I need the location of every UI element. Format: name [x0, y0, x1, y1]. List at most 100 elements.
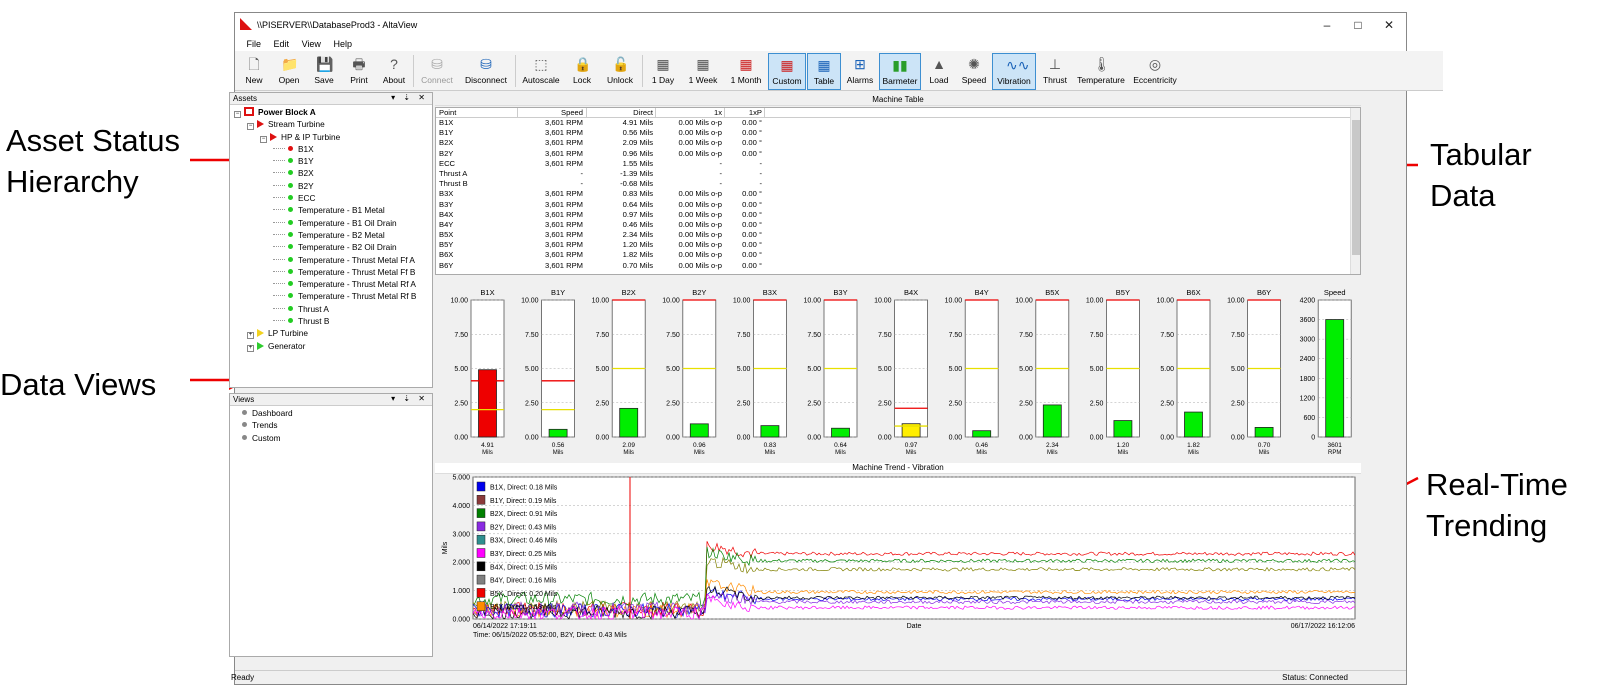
table-row[interactable]: B1X 3,601 RPM 4.91 Mils 0.00 Mils o-p 0.00 ° — [436, 118, 1360, 128]
table-cell: 0.00 ° — [742, 128, 762, 138]
toolbar-speed-button[interactable]: ✺ Speed — [957, 53, 991, 90]
table-column-header[interactable]: Point — [439, 108, 456, 117]
table-row[interactable]: ECC 3,601 RPM 1.55 Mils - - — [436, 159, 1360, 169]
table-cell: B6X — [439, 250, 454, 260]
toolbar-print-button[interactable]: 🖶 Print — [342, 53, 376, 90]
table-row[interactable]: B3Y 3,601 RPM 0.64 Mils 0.00 Mils o-p 0.00 ° — [436, 200, 1360, 210]
toolbar-new-button[interactable]: 🗋 New — [237, 53, 271, 90]
view-item-trends[interactable]: Trends — [230, 419, 432, 431]
asset-node-ecc[interactable]: ECC — [230, 192, 432, 204]
table-row[interactable]: B5X 3,601 RPM 2.34 Mils 0.00 Mils o-p 0.00 ° — [436, 230, 1360, 240]
view-bullet-icon — [242, 410, 247, 415]
view-item-dashboard[interactable]: Dashboard — [230, 407, 432, 419]
table-row[interactable]: B4Y 3,601 RPM 0.46 Mils 0.00 Mils o-p 0.00 ° — [436, 220, 1360, 230]
table-row[interactable]: Thrust B - -0.68 Mils - - — [436, 179, 1360, 189]
minimize-button[interactable]: – — [1312, 16, 1342, 34]
toolbar-1-week-button[interactable]: ▦ 1 Week — [682, 53, 724, 90]
table-cell: 0.00 ° — [742, 230, 762, 240]
asset-node-temperature-thrust-metal-rf-a[interactable]: Temperature - Thrust Metal Rf A — [230, 278, 432, 290]
views-panel-buttons[interactable]: ▾ ⇣ ✕ — [391, 394, 428, 403]
collapse-icon[interactable]: − — [247, 123, 254, 131]
assets-panel-buttons[interactable]: ▾ ⇣ ✕ — [391, 93, 428, 102]
table-row[interactable]: B2Y 3,601 RPM 0.96 Mils 0.00 Mils o-p 0.00 ° — [436, 149, 1360, 159]
toolbar-barmeter-button[interactable]: ▮▮ Barmeter — [879, 53, 921, 90]
toolbar-save-button[interactable]: 💾 Save — [307, 53, 341, 90]
lock-icon: 🔒 — [574, 56, 592, 72]
asset-node-generator[interactable]: + Generator — [230, 340, 432, 352]
toolbar-unlock-button[interactable]: 🔓 Unlock — [600, 53, 640, 90]
asset-node-temperature-b1-oil-drain[interactable]: Temperature - B1 Oil Drain — [230, 217, 432, 229]
maximize-button[interactable]: □ — [1343, 16, 1373, 34]
toolbar-vibration-button[interactable]: ∿∿ Vibration — [992, 53, 1036, 90]
menu-view[interactable]: View — [297, 37, 326, 49]
toolbar-table-button[interactable]: ▦ Table — [807, 53, 841, 90]
barmeter-bar — [619, 407, 639, 438]
toolbar-temperature-button[interactable]: 🌡 Temperature — [1074, 53, 1128, 90]
barmeter-tick-label: 0.00 — [1231, 435, 1245, 442]
asset-node-b2x[interactable]: B2X — [230, 167, 432, 179]
toolbar-open-button[interactable]: 📁 Open — [272, 53, 306, 90]
barmeter-bar — [478, 369, 497, 438]
table-column-header[interactable]: Direct — [633, 108, 653, 117]
toolbar-lock-button[interactable]: 🔒 Lock — [565, 53, 599, 90]
asset-node-temperature-thrust-metal-rf-b[interactable]: Temperature - Thrust Metal Rf B — [230, 290, 432, 302]
toolbar-about-button[interactable]: ? About — [377, 53, 411, 90]
toolbar-1-month-button[interactable]: ▦ 1 Month — [725, 53, 767, 90]
table-row[interactable]: B6X 3,601 RPM 1.82 Mils 0.00 Mils o-p 0.00 ° — [436, 250, 1360, 260]
toolbar-disconnect-button[interactable]: ⛁ Disconnect — [459, 53, 513, 90]
asset-node-b1y[interactable]: B1Y — [230, 155, 432, 167]
table-row[interactable]: B3X 3,601 RPM 0.83 Mils 0.00 Mils o-p 0.00 ° — [436, 189, 1360, 199]
toolbar-load-button[interactable]: ▲ Load — [922, 53, 956, 90]
asset-node-thrust-b[interactable]: Thrust B — [230, 315, 432, 327]
table-row[interactable]: Thrust A - -1.39 Mils - - — [436, 169, 1360, 179]
barmeter-tick-label: 0.00 — [878, 435, 892, 442]
collapse-icon[interactable]: − — [260, 135, 267, 143]
toolbar-label: Vibration — [997, 76, 1031, 86]
barmeter-unit: Mils — [906, 450, 917, 456]
tree-connector — [273, 160, 285, 162]
expand-icon[interactable]: + — [247, 332, 254, 340]
table-row[interactable]: B6Y 3,601 RPM 0.70 Mils 0.00 Mils o-p 0.00 ° — [436, 261, 1360, 271]
asset-node-temperature-thrust-metal-ff-b[interactable]: Temperature - Thrust Metal Ff B — [230, 266, 432, 278]
table-row[interactable]: B2X 3,601 RPM 2.09 Mils 0.00 Mils o-p 0.00 ° — [436, 138, 1360, 148]
menu-edit[interactable]: Edit — [269, 37, 295, 49]
asset-node-b2y[interactable]: B2Y — [230, 180, 432, 192]
menu-file[interactable]: File — [242, 37, 267, 49]
asset-node-b1x[interactable]: B1X — [230, 143, 432, 155]
asset-node-temperature-thrust-metal-ff-a[interactable]: Temperature - Thrust Metal Ff A — [230, 254, 432, 266]
toolbar-alarms-button[interactable]: ⊞ Alarms — [842, 53, 878, 90]
column-divider — [586, 108, 587, 118]
barmeter-bar — [1254, 427, 1274, 438]
table-row[interactable]: B5Y 3,601 RPM 1.20 Mils 0.00 Mils o-p 0.00 ° — [436, 240, 1360, 250]
toolbar-eccentricity-button[interactable]: ◎ Eccentricity — [1129, 53, 1181, 90]
toolbar-autoscale-button[interactable]: ⬚ Autoscale — [518, 53, 564, 90]
asset-node-power-block-a[interactable]: − Power Block A — [230, 106, 432, 118]
table-column-header[interactable]: 1xP — [749, 108, 762, 117]
asset-node-lp-turbine[interactable]: + LP Turbine — [230, 327, 432, 340]
table-row[interactable]: B4X 3,601 RPM 0.97 Mils 0.00 Mils o-p 0.00 ° — [436, 210, 1360, 220]
toolbar-custom-button[interactable]: ▦ Custom — [768, 53, 806, 90]
table-row[interactable]: B1Y 3,601 RPM 0.56 Mils 0.00 Mils o-p 0.00 ° — [436, 128, 1360, 138]
close-button[interactable]: ✕ — [1374, 16, 1404, 34]
menu-help[interactable]: Help — [328, 37, 357, 49]
asset-node-stream-turbine[interactable]: − Stream Turbine — [230, 118, 432, 131]
barmeter-value: 0.96 — [693, 442, 706, 449]
table-column-header[interactable]: Speed — [561, 108, 583, 117]
view-item-custom[interactable]: Custom — [230, 432, 432, 444]
table-scrollbar[interactable] — [1350, 108, 1360, 274]
barmeter-b2x: B2X 10.00 7.50 5.00 2.50 0.00 2.09Mils — [592, 288, 646, 456]
toolbar-1-day-button[interactable]: ▦ 1 Day — [645, 53, 681, 90]
scrollbar-thumb[interactable] — [1352, 120, 1360, 255]
collapse-icon[interactable]: − — [234, 111, 241, 118]
table-column-header[interactable]: 1x — [714, 108, 722, 117]
table-cell: 0.00 ° — [742, 240, 762, 250]
toolbar-connect-button[interactable]: ⛁ Connect — [416, 53, 458, 90]
asset-node-thrust-a[interactable]: Thrust A — [230, 303, 432, 315]
expand-icon[interactable]: + — [247, 344, 254, 352]
asset-node-temperature-b1-metal[interactable]: Temperature - B1 Metal — [230, 204, 432, 216]
asset-node-temperature-b2-oil-drain[interactable]: Temperature - B2 Oil Drain — [230, 241, 432, 253]
asset-node-temperature-b2-metal[interactable]: Temperature - B2 Metal — [230, 229, 432, 241]
barmeter-title: Speed — [1324, 288, 1346, 297]
asset-node-hp-ip-turbine[interactable]: − HP & IP Turbine — [230, 131, 432, 143]
toolbar-thrust-button[interactable]: ⊥ Thrust — [1037, 53, 1073, 90]
